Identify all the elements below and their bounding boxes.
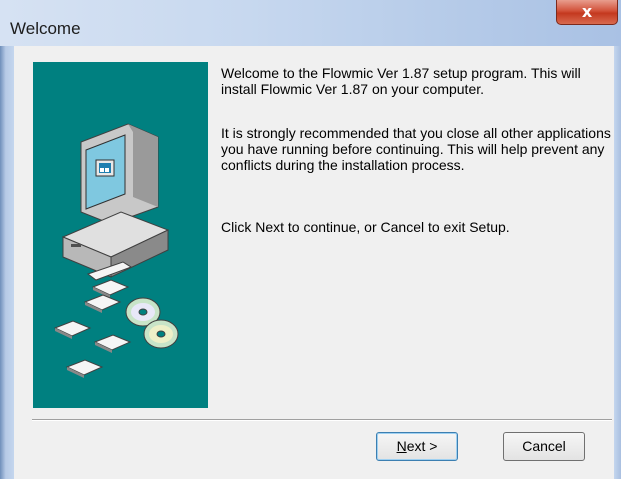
close-button[interactable]: x xyxy=(556,0,618,25)
next-mnemonic: N xyxy=(396,438,407,454)
next-label: ext > xyxy=(406,438,438,454)
setup-window: Welcome x Welcome to the Flowmic Ver 1.8… xyxy=(0,0,621,479)
next-button[interactable]: Next > xyxy=(376,432,458,461)
cancel-button[interactable]: Cancel xyxy=(503,432,585,461)
floppy-disk-icon xyxy=(53,279,132,378)
close-icon: x xyxy=(581,2,593,21)
computer-with-disks-icon xyxy=(33,62,208,408)
title-bar[interactable]: Welcome x xyxy=(0,0,621,46)
window-frame-left xyxy=(0,46,14,479)
separator-line xyxy=(32,419,612,421)
window-title: Welcome xyxy=(10,19,81,38)
dialog-body: Welcome to the Flowmic Ver 1.87 setup pr… xyxy=(14,46,614,479)
monitor-icon xyxy=(80,123,159,225)
computer-base-icon xyxy=(61,211,170,281)
recommendation-text: It is strongly recommended that you clos… xyxy=(221,125,611,173)
welcome-text: Welcome to the Flowmic Ver 1.87 setup pr… xyxy=(221,65,581,97)
cd-icon xyxy=(125,297,179,349)
instruction-text: Click Next to continue, or Cancel to exi… xyxy=(221,219,510,235)
window-frame-right xyxy=(614,46,621,479)
